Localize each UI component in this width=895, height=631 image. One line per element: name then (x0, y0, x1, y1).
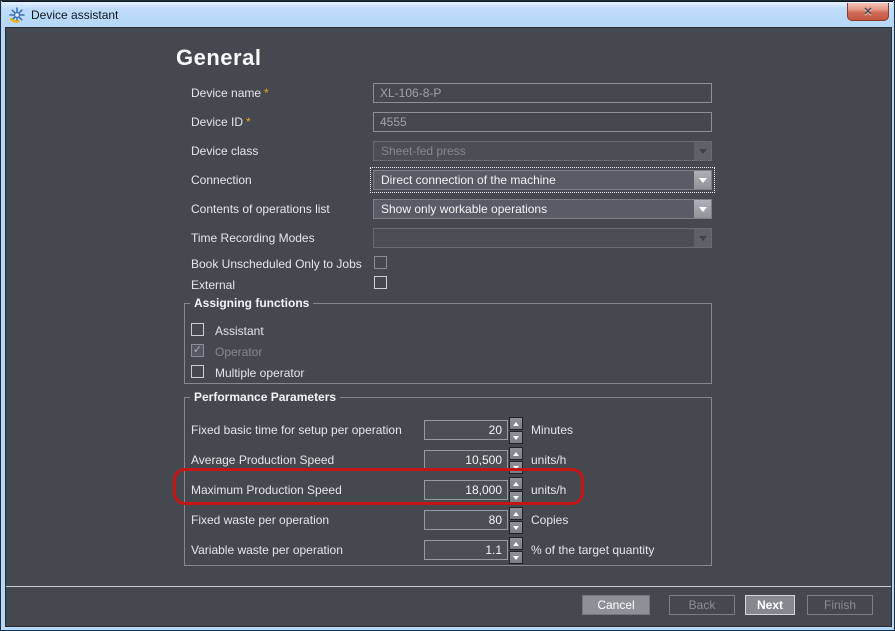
maximum-speed-input[interactable] (424, 480, 508, 500)
average-speed-stepper (509, 447, 523, 475)
assistant-label: Assistant (215, 324, 264, 338)
spinner-down-button[interactable] (509, 431, 523, 444)
time-recording-dropdown-button (694, 229, 711, 247)
time-recording-value (373, 228, 712, 248)
book-unscheduled-label: Book Unscheduled Only to Jobs (191, 257, 362, 271)
time-recording-label: Time Recording Modes (191, 231, 315, 245)
spinner-up-icon (513, 422, 519, 426)
close-icon: ✕ (863, 5, 872, 18)
time-recording-select (373, 228, 712, 248)
check-icon: ✓ (193, 345, 202, 356)
assigning-functions-title: Assigning functions (190, 296, 313, 310)
variable-waste-unit: % of the target quantity (531, 543, 654, 557)
spinner-down-icon (513, 436, 519, 440)
operator-checkbox: ✓ (191, 344, 204, 357)
spinner-down-button[interactable] (509, 491, 523, 504)
variable-waste-stepper (509, 537, 523, 565)
spinner-up-icon (513, 482, 519, 486)
spinner-down-button[interactable] (509, 551, 523, 564)
external-checkbox[interactable] (374, 276, 387, 289)
operations-list-label: Contents of operations list (191, 202, 330, 216)
multiple-operator-label: Multiple operator (215, 366, 304, 380)
device-class-select: Sheet-fed press (373, 141, 712, 161)
footer-divider (6, 586, 891, 587)
spinner-down-button[interactable] (509, 521, 523, 534)
spinner-up-button[interactable] (509, 507, 523, 520)
maximum-speed-label: Maximum Production Speed (191, 483, 342, 497)
multiple-operator-checkbox[interactable] (191, 365, 204, 378)
window-title: Device assistant (31, 8, 118, 22)
setup-time-label: Fixed basic time for setup per operation (191, 423, 402, 437)
spinner-down-icon (513, 466, 519, 470)
app-icon (9, 7, 25, 23)
operations-list-value: Show only workable operations (373, 199, 712, 219)
setup-time-unit: Minutes (531, 423, 573, 437)
spinner-down-icon (513, 526, 519, 530)
spinner-down-icon (513, 496, 519, 500)
connection-dropdown-button[interactable] (694, 171, 711, 189)
performance-parameters-title: Performance Parameters (190, 390, 340, 404)
chevron-down-icon (699, 149, 707, 154)
operations-list-dropdown-button[interactable] (694, 200, 711, 218)
chevron-down-icon (699, 236, 707, 241)
spinner-down-icon (513, 556, 519, 560)
operator-label: Operator (215, 345, 262, 359)
device-class-value: Sheet-fed press (373, 141, 712, 161)
device-class-label: Device class (191, 144, 258, 158)
device-id-input[interactable] (373, 112, 712, 132)
required-asterisk: * (261, 86, 269, 100)
average-speed-label: Average Production Speed (191, 453, 334, 467)
cancel-button[interactable]: Cancel (582, 595, 650, 615)
fixed-waste-unit: Copies (531, 513, 568, 527)
titlebar: Device assistant ✕ (2, 1, 893, 27)
spinner-up-icon (513, 452, 519, 456)
average-speed-unit: units/h (531, 453, 566, 467)
spinner-up-button[interactable] (509, 537, 523, 550)
fixed-waste-label: Fixed waste per operation (191, 513, 329, 527)
spinner-up-button[interactable] (509, 477, 523, 490)
chevron-down-icon (699, 207, 707, 212)
connection-label: Connection (191, 173, 252, 187)
device-class-dropdown-button (694, 142, 711, 160)
spinner-up-icon (513, 512, 519, 516)
fixed-waste-input[interactable] (424, 510, 508, 530)
connection-value: Direct connection of the machine (373, 170, 712, 190)
assistant-checkbox[interactable] (191, 323, 204, 336)
device-id-label: Device ID* (191, 115, 251, 129)
finish-button: Finish (807, 595, 873, 615)
close-button[interactable]: ✕ (847, 3, 889, 21)
variable-waste-input[interactable] (424, 540, 508, 560)
chevron-down-icon (699, 178, 707, 183)
operations-list-select[interactable]: Show only workable operations (373, 199, 712, 219)
book-unscheduled-checkbox (374, 256, 387, 269)
spinner-up-button[interactable] (509, 447, 523, 460)
page-title: General (176, 45, 261, 71)
spinner-up-icon (513, 542, 519, 546)
device-name-input[interactable] (373, 83, 712, 103)
external-label: External (191, 278, 235, 292)
fixed-waste-stepper (509, 507, 523, 535)
connection-select[interactable]: Direct connection of the machine (373, 170, 712, 190)
variable-waste-label: Variable waste per operation (191, 543, 343, 557)
setup-time-stepper (509, 417, 523, 445)
average-speed-input[interactable] (424, 450, 508, 470)
spinner-up-button[interactable] (509, 417, 523, 430)
device-assistant-window: Device assistant ✕ General Device name* … (0, 0, 895, 631)
device-name-label: Device name* (191, 86, 269, 100)
next-button[interactable]: Next (745, 595, 795, 615)
maximum-speed-stepper (509, 477, 523, 505)
required-asterisk: * (243, 115, 251, 129)
spinner-down-button[interactable] (509, 461, 523, 474)
setup-time-input[interactable] (424, 420, 508, 440)
back-button: Back (669, 595, 735, 615)
maximum-speed-unit: units/h (531, 483, 566, 497)
